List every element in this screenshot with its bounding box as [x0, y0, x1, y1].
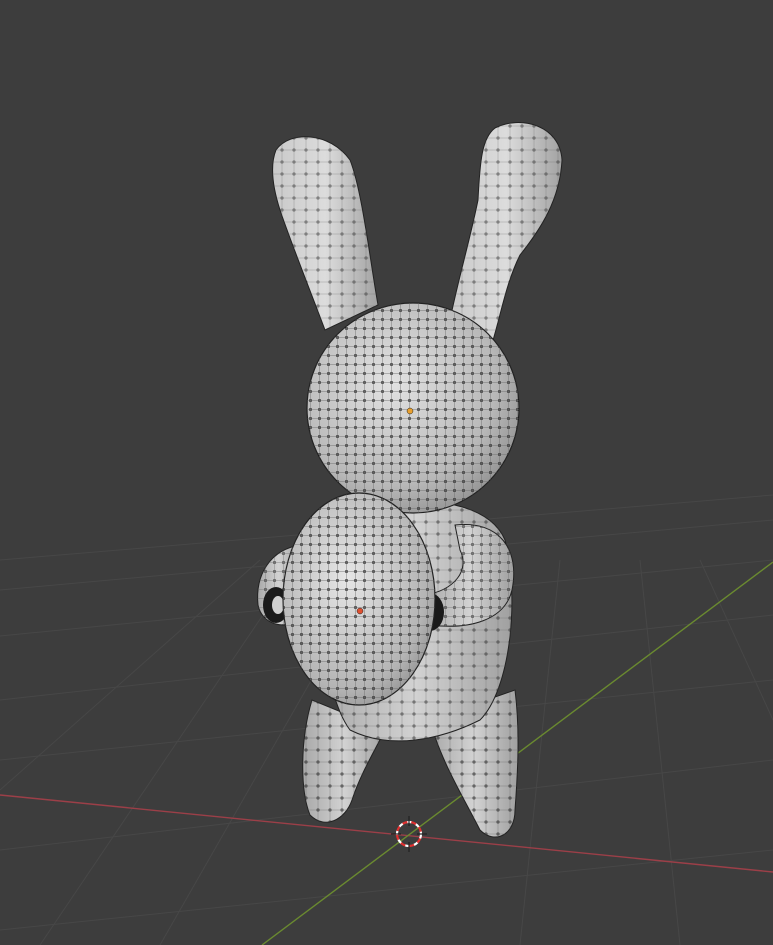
3d-viewport[interactable]	[0, 0, 773, 945]
right-ear	[449, 122, 563, 351]
x-axis-line	[0, 794, 773, 873]
left-ear	[272, 136, 379, 331]
head-origin-dot	[406, 407, 414, 415]
egg-origin-dot	[356, 607, 364, 615]
